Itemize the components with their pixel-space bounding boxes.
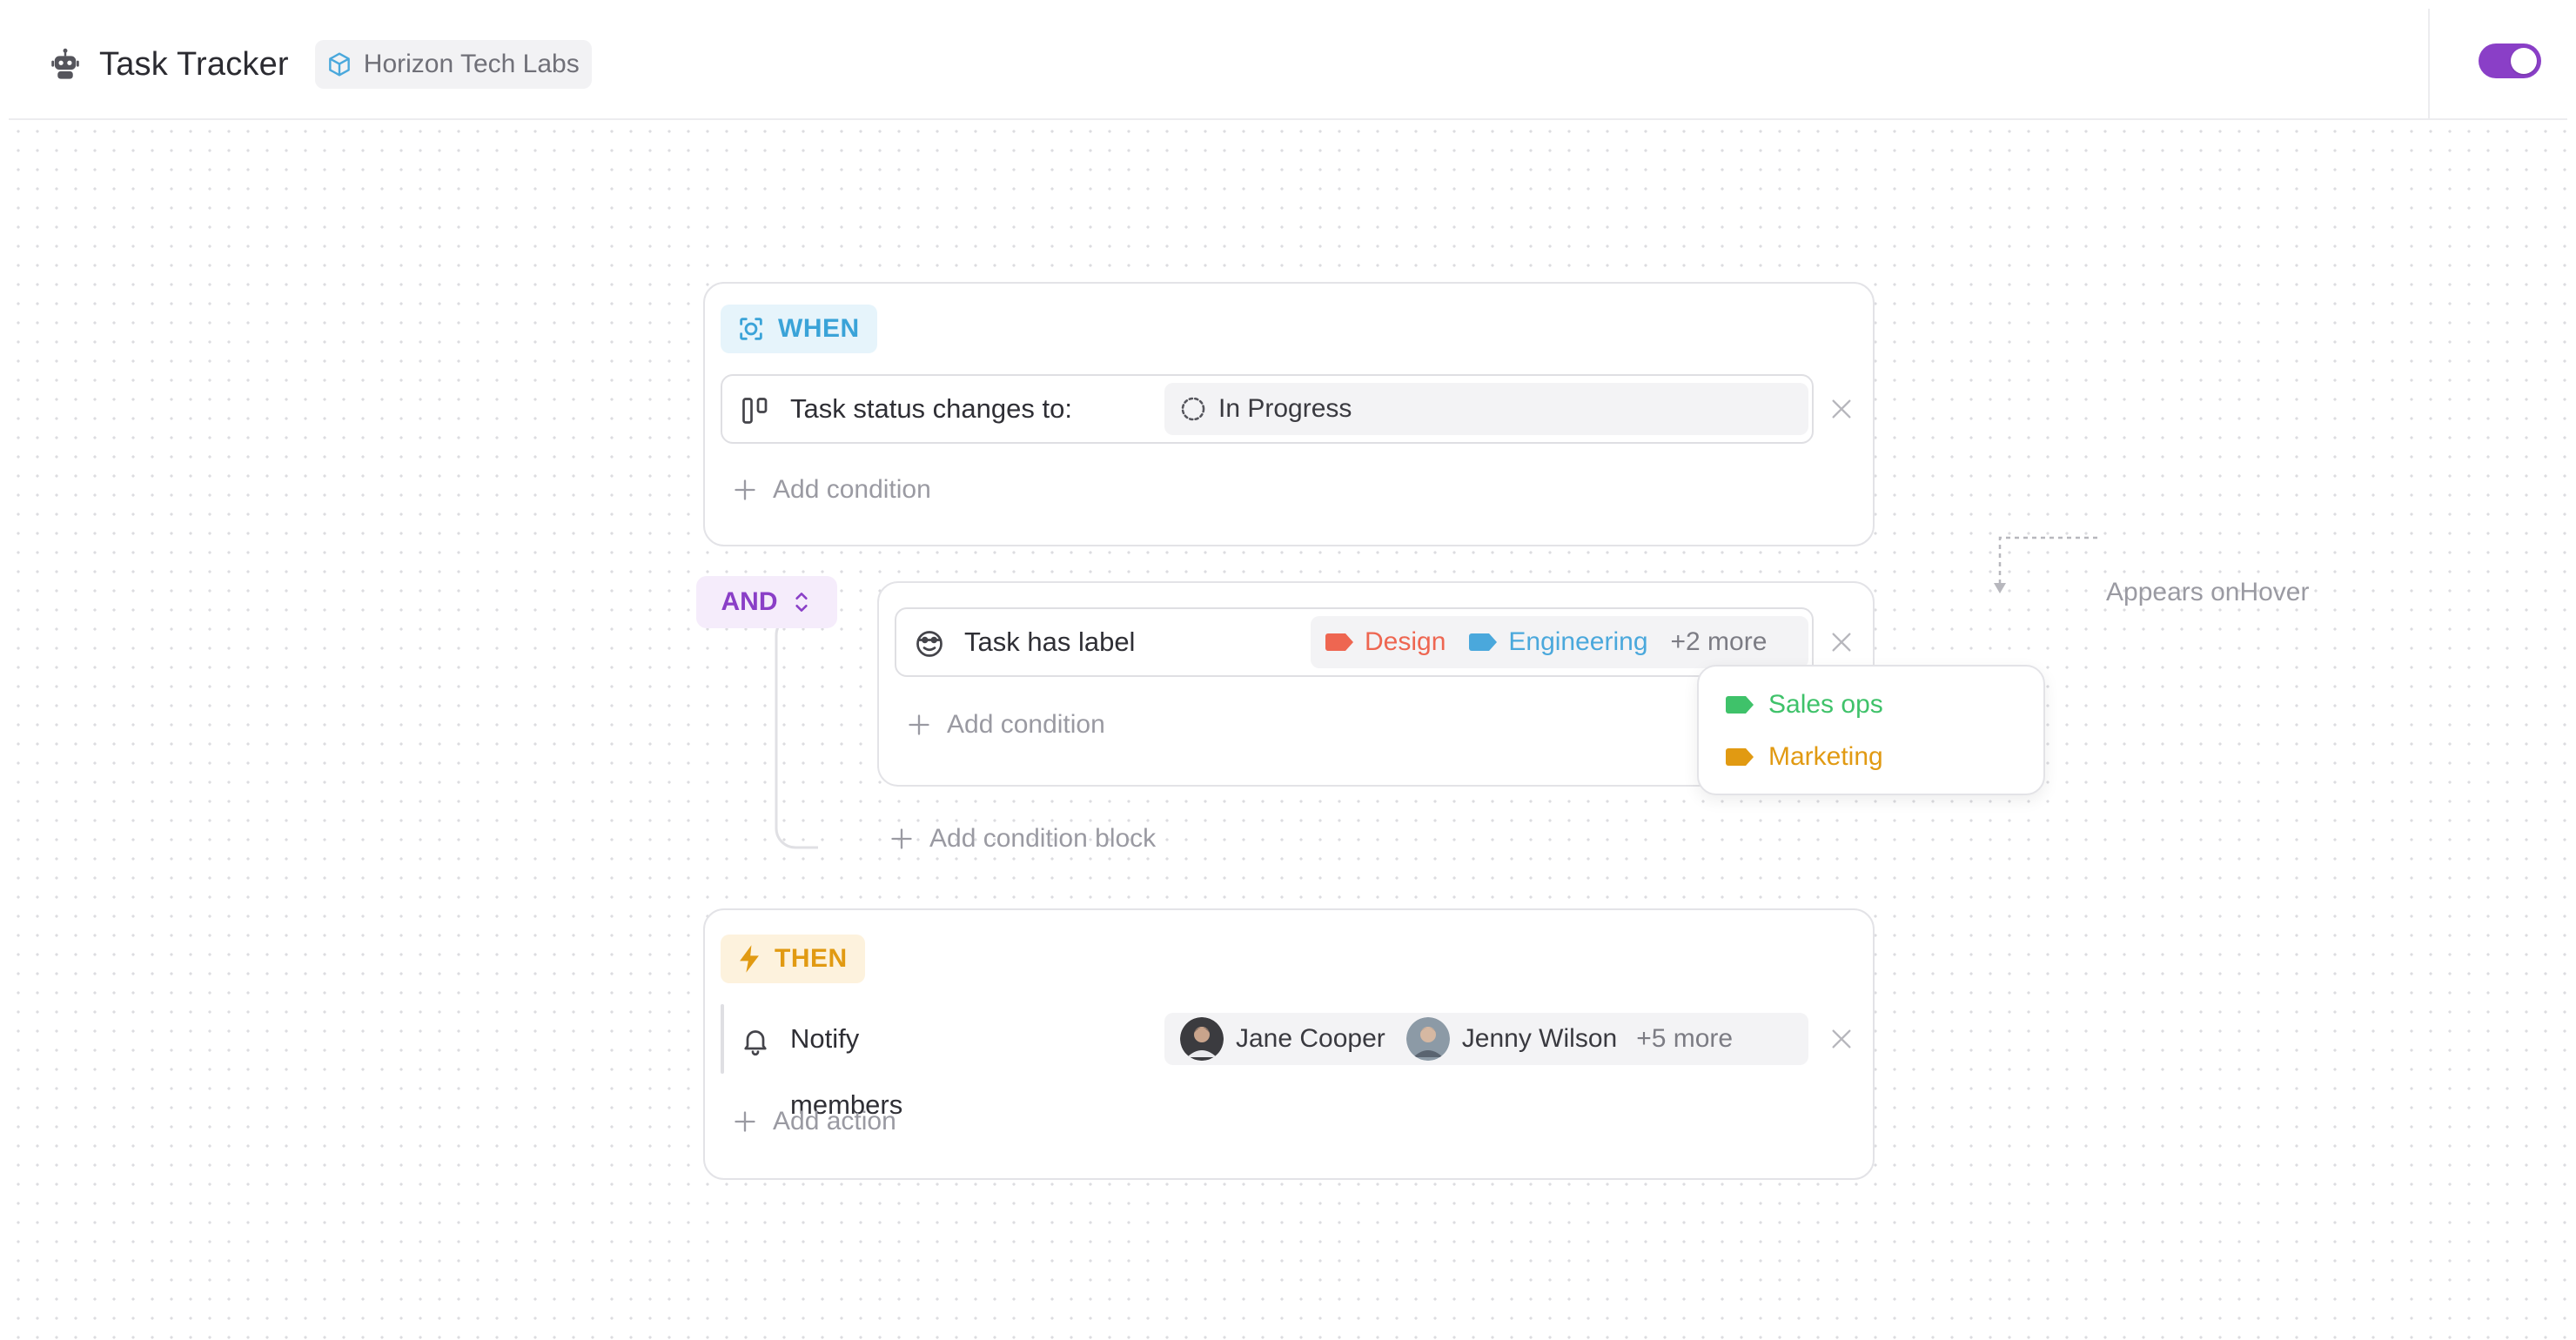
label-sales-ops: Sales ops [1768,690,1883,719]
more-labels-popover: Sales ops Marketing [1697,665,2045,795]
hover-connector-arrow [1994,536,2097,593]
automation-toggle[interactable] [2479,44,2541,78]
label-tag-icon [1469,633,1498,651]
top-bar: Task Tracker Horizon Tech Labs [9,9,2567,120]
label-pill-engineering: Engineering [1468,627,1648,657]
member-jane-cooper: Jane Cooper [1236,1024,1385,1053]
then-card: THEN Notify members Jane Cooper Jenny Wi… [703,908,1875,1180]
remove-label-condition-icon[interactable] [1828,628,1855,656]
plus-icon [735,1111,755,1132]
cube-icon [328,52,350,77]
avatar [1180,1017,1224,1061]
notify-action-row[interactable]: Notify members Jane Cooper Jenny Wilson … [721,1004,1808,1120]
label-engineering: Engineering [1508,627,1648,656]
when-tag-label: WHEN [778,314,860,343]
and-operator-label: AND [721,587,778,616]
status-condition-label: Task status changes to: [790,393,1072,424]
hover-note: Appears onHover [2106,578,2310,606]
target-icon [740,318,762,340]
status-condition-row[interactable]: Task status changes to: In Progress [721,374,1814,444]
and-add-condition-button[interactable]: Add condition [907,703,1105,747]
plus-icon [735,479,755,500]
then-tag: THEN [721,935,865,983]
notify-action-label: Notify members [790,1023,903,1120]
when-tag: WHEN [721,305,877,353]
label-marketing: Marketing [1768,742,1883,771]
app-title: Task Tracker [99,45,289,83]
add-condition-block-label: Add condition block [929,824,1157,853]
robot-icon [51,48,79,79]
when-add-condition-label: Add condition [773,475,931,504]
label-condition-row[interactable]: Task has label Design Engineering +2 mor… [895,607,1814,677]
label-condition-label: Task has label [964,626,1136,657]
chevron-updown-icon [795,593,808,612]
add-action-button[interactable]: Add action [733,1100,896,1143]
plus-icon [891,828,912,849]
app-header: Task Tracker Horizon Tech Labs [47,37,592,92]
bell-icon [744,1030,767,1056]
members-more-count[interactable]: +5 more [1636,1024,1733,1054]
then-tag-label: THEN [775,944,848,973]
and-add-condition-label: Add condition [947,710,1105,739]
members-select[interactable]: Jane Cooper Jenny Wilson +5 more [1164,1013,1808,1065]
remove-status-condition-icon[interactable] [1828,395,1855,423]
label-tag-icon [1325,633,1353,651]
label-pill-design: Design [1325,627,1446,657]
label-tag-icon [1726,748,1754,766]
workspace-name: Horizon Tech Labs [363,50,580,78]
and-operator-select[interactable]: AND [696,576,837,628]
status-value: In Progress [1218,394,1352,423]
add-action-label: Add action [773,1107,896,1136]
member-jenny-wilson: Jenny Wilson [1461,1024,1618,1053]
label-value-select[interactable]: Design Engineering +2 more [1311,616,1808,668]
toggle-knob [2511,48,2537,74]
columns-icon [742,398,768,424]
dashed-progress-icon [1181,397,1205,421]
popup-item-marketing: Marketing [1725,740,1883,774]
status-value-select[interactable]: In Progress [1164,383,1808,435]
plus-icon [909,714,929,735]
workspace-chip[interactable]: Horizon Tech Labs [314,40,592,89]
remove-action-icon[interactable] [1828,1025,1855,1053]
avatar [1405,1017,1450,1061]
label-tag-icon [1726,696,1754,714]
header-divider [2428,9,2430,120]
and-bracket [775,614,818,849]
lightning-icon [740,945,759,973]
when-add-condition-button[interactable]: Add condition [733,468,931,512]
tag-smile-icon [916,631,943,657]
when-card: WHEN Task status changes to: In Progress… [703,282,1875,546]
add-condition-block-button[interactable]: Add condition block [889,817,1156,861]
labels-more-count[interactable]: +2 more [1671,627,1768,657]
popup-item-sales-ops: Sales ops [1725,687,1883,722]
label-design: Design [1365,627,1446,656]
